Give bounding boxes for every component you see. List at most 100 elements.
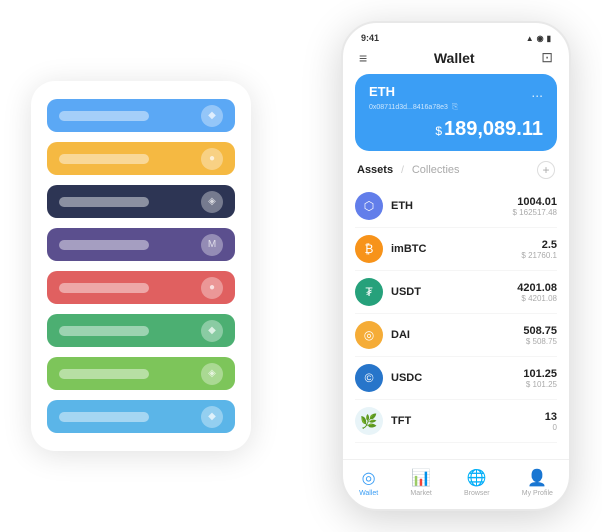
nav-wallet[interactable]: ◎ Wallet [359, 468, 378, 497]
usdt-amounts: 4201.08 $ 4201.08 [517, 282, 557, 303]
status-time: 9:41 [361, 33, 379, 43]
bg-card-icon-lightblue: ◆ [201, 406, 223, 428]
eth-balance: $189,089.11 [369, 118, 543, 141]
usdt-icon: ₮ [355, 278, 383, 306]
bg-wallet-panel: ◆ ● ◈ M ● ◆ ◈ ◆ [31, 81, 251, 451]
eth-amounts: 1004.01 $ 162517.48 [513, 196, 558, 217]
imbtc-icon: ₿ [355, 235, 383, 263]
tab-divider: / [401, 165, 404, 176]
dai-amount: 508.75 [523, 325, 557, 337]
tab-collecties[interactable]: Collecties [412, 164, 460, 176]
eth-name: ETH [391, 200, 513, 212]
eth-card-top: ETH ... [369, 84, 543, 100]
bg-card-label-red [59, 283, 149, 293]
bottom-nav: ◎ Wallet 📊 Market 🌐 Browser 👤 My Profile [343, 459, 569, 509]
bg-card-label-lightgreen [59, 369, 149, 379]
bg-card-green[interactable]: ◆ [47, 314, 235, 347]
phone-mockup: 9:41 ▲ ◉ ▮ ≡ Wallet ⊡ ETH ... 0x08711d3d… [341, 21, 571, 511]
eth-balance-prefix: $ [435, 124, 442, 138]
tab-assets[interactable]: Assets [357, 164, 393, 176]
usdt-name: USDT [391, 286, 517, 298]
dai-name: DAI [391, 329, 523, 341]
imbtc-name: imBTC [391, 243, 521, 255]
bg-card-icon-blue: ◆ [201, 105, 223, 127]
status-bar: 9:41 ▲ ◉ ▮ [343, 23, 569, 47]
bg-card-icon-green: ◆ [201, 320, 223, 342]
browser-nav-label: Browser [464, 490, 490, 497]
bg-card-red[interactable]: ● [47, 271, 235, 304]
asset-item-eth[interactable]: ⬡ ETH 1004.01 $ 162517.48 [355, 185, 557, 228]
bg-card-lightgreen[interactable]: ◈ [47, 357, 235, 390]
scan-icon[interactable]: ⊡ [541, 49, 553, 66]
menu-icon[interactable]: ≡ [359, 50, 367, 66]
browser-nav-icon: 🌐 [467, 468, 487, 488]
asset-item-imbtc[interactable]: ₿ imBTC 2.5 $ 21760.1 [355, 228, 557, 271]
asset-item-usdt[interactable]: ₮ USDT 4201.08 $ 4201.08 [355, 271, 557, 314]
status-icons: ▲ ◉ ▮ [526, 34, 551, 43]
tabs-left: Assets / Collecties [357, 164, 460, 176]
dai-amounts: 508.75 $ 508.75 [523, 325, 557, 346]
bg-card-label-purple [59, 240, 149, 250]
bg-card-icon-lightgreen: ◈ [201, 363, 223, 385]
profile-nav-icon: 👤 [527, 468, 547, 488]
scene: ◆ ● ◈ M ● ◆ ◈ ◆ [11, 11, 591, 521]
tft-amounts: 13 0 [545, 411, 557, 432]
eth-usd: $ 162517.48 [513, 208, 558, 217]
nav-browser[interactable]: 🌐 Browser [464, 468, 490, 497]
usdc-amounts: 101.25 $ 101.25 [523, 368, 557, 389]
asset-item-usdc[interactable]: © USDC 101.25 $ 101.25 [355, 357, 557, 400]
imbtc-amounts: 2.5 $ 21760.1 [521, 239, 557, 260]
bg-card-purple[interactable]: M [47, 228, 235, 261]
usdt-amount: 4201.08 [517, 282, 557, 294]
eth-address: 0x08711d3d...8416a78e3 ⎘ [369, 102, 543, 112]
usdt-usd: $ 4201.08 [517, 294, 557, 303]
signal-icon: ▲ [526, 34, 534, 43]
bg-card-lightblue[interactable]: ◆ [47, 400, 235, 433]
bg-card-label-green [59, 326, 149, 336]
tft-amount: 13 [545, 411, 557, 423]
eth-card-label: ETH [369, 84, 395, 99]
wallet-nav-label: Wallet [359, 490, 378, 497]
bg-card-label-yellow [59, 154, 149, 164]
usdc-usd: $ 101.25 [523, 380, 557, 389]
tft-usd: 0 [545, 423, 557, 432]
page-title: Wallet [434, 50, 475, 66]
asset-list: ⬡ ETH 1004.01 $ 162517.48 ₿ imBTC 2.5 $ … [343, 185, 569, 459]
dai-usd: $ 508.75 [523, 337, 557, 346]
eth-card-menu[interactable]: ... [531, 84, 543, 100]
imbtc-usd: $ 21760.1 [521, 251, 557, 260]
bg-card-icon-red: ● [201, 277, 223, 299]
bg-card-icon-purple: M [201, 234, 223, 256]
assets-tabs: Assets / Collecties + [343, 161, 569, 185]
bg-card-dark[interactable]: ◈ [47, 185, 235, 218]
bg-card-label-dark [59, 197, 149, 207]
tft-icon: 🌿 [355, 407, 383, 435]
usdc-amount: 101.25 [523, 368, 557, 380]
asset-item-tft[interactable]: 🌿 TFT 13 0 [355, 400, 557, 443]
asset-item-dai[interactable]: ◎ DAI 508.75 $ 508.75 [355, 314, 557, 357]
eth-amount: 1004.01 [513, 196, 558, 208]
bg-card-icon-yellow: ● [201, 148, 223, 170]
eth-icon: ⬡ [355, 192, 383, 220]
bg-card-label [59, 111, 149, 121]
market-nav-label: Market [410, 490, 431, 497]
bg-card-blue[interactable]: ◆ [47, 99, 235, 132]
copy-address-icon[interactable]: ⎘ [452, 102, 458, 112]
dai-icon: ◎ [355, 321, 383, 349]
phone-header: ≡ Wallet ⊡ [343, 47, 569, 74]
market-nav-icon: 📊 [411, 468, 431, 488]
wifi-icon: ◉ [537, 34, 544, 43]
imbtc-amount: 2.5 [521, 239, 557, 251]
bg-card-yellow[interactable]: ● [47, 142, 235, 175]
usdc-name: USDC [391, 372, 523, 384]
bg-card-icon-dark: ◈ [201, 191, 223, 213]
bg-card-label-lightblue [59, 412, 149, 422]
tft-name: TFT [391, 415, 545, 427]
eth-card[interactable]: ETH ... 0x08711d3d...8416a78e3 ⎘ $189,08… [355, 74, 557, 151]
add-asset-button[interactable]: + [537, 161, 555, 179]
profile-nav-label: My Profile [522, 490, 553, 497]
nav-market[interactable]: 📊 Market [410, 468, 431, 497]
battery-icon: ▮ [547, 34, 551, 43]
usdc-icon: © [355, 364, 383, 392]
nav-profile[interactable]: 👤 My Profile [522, 468, 553, 497]
